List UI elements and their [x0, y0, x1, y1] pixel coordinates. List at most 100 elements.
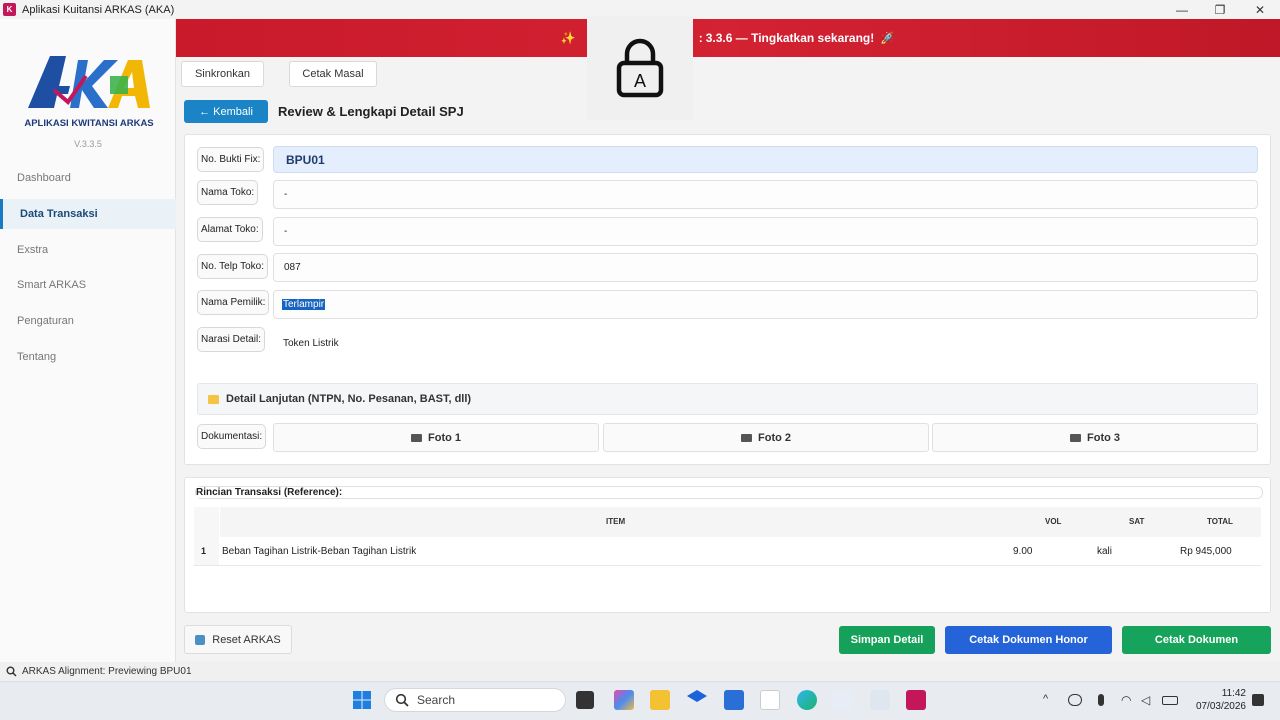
label-nama-pemilik: Nama Pemilik:	[197, 290, 270, 315]
telp-toko-field[interactable]: 087	[273, 253, 1258, 282]
label-nama-toko: Nama Toko:	[197, 180, 259, 205]
row-divider	[194, 565, 1261, 566]
aka-taskbar-icon[interactable]	[906, 690, 926, 710]
nama-toko-field[interactable]: -	[273, 180, 1258, 209]
file-explorer-icon[interactable]	[650, 690, 670, 710]
print-document-button[interactable]: Cetak Dokumen	[1122, 626, 1271, 654]
label-narasi: Narasi Detail:	[197, 327, 266, 352]
restore-button[interactable]: ❐	[1200, 0, 1240, 19]
snipping-tool-icon[interactable]	[870, 690, 890, 710]
sync-button[interactable]: Sinkronkan	[181, 61, 264, 87]
taskbar-search[interactable]: Search	[384, 688, 566, 712]
label-telp-toko: No. Telp Toko:	[197, 254, 269, 279]
nama-pemilik-field[interactable]: Terlampir	[273, 290, 1258, 319]
clock-date: 07/03/2026	[1195, 701, 1246, 712]
update-banner[interactable]: ✨ : 3.3.6 — Tingkatkan sekarang! 🚀	[176, 19, 1280, 57]
print-bulk-button[interactable]: Cetak Masal	[289, 61, 377, 87]
selected-value: Terlampir	[282, 299, 326, 310]
advanced-details-toggle[interactable]: Detail Lanjutan (NTPN, No. Pesanan, BAST…	[197, 383, 1258, 415]
nav-tentang[interactable]: Tentang	[0, 342, 176, 372]
clock[interactable]: 11:42 07/03/2026	[1196, 687, 1246, 713]
notification-icon[interactable]	[1252, 694, 1264, 706]
back-button[interactable]: ← Kembali	[184, 100, 268, 123]
search-icon	[395, 693, 409, 707]
nav-data-transaksi[interactable]: Data Transaksi	[0, 199, 176, 229]
foto-1-label: Foto 1	[428, 431, 461, 444]
task-view-icon[interactable]	[576, 691, 594, 709]
reset-label: Reset ARKAS	[212, 633, 281, 646]
row-total: Rp 945,000	[1180, 546, 1232, 557]
alamat-toko-field[interactable]: -	[273, 217, 1258, 246]
foto-1-button[interactable]: Foto 1	[273, 423, 599, 452]
col-vol: VOL	[1045, 517, 1062, 526]
microphone-icon[interactable]	[1098, 694, 1104, 706]
save-detail-button[interactable]: Simpan Detail	[839, 626, 935, 654]
lock-icon: A	[616, 38, 664, 98]
aka-logo: APLIKASI KWITANSI ARKAS	[24, 46, 154, 132]
advanced-details-label: Detail Lanjutan (NTPN, No. Pesanan, BAST…	[226, 393, 472, 405]
col-total: TOTAL	[1207, 517, 1233, 526]
label-alamat-toko: Alamat Toko:	[197, 217, 263, 242]
nav-dashboard[interactable]: Dashboard	[0, 163, 176, 193]
row-vol: 9.00	[1013, 546, 1033, 557]
foto-2-label: Foto 2	[758, 431, 791, 444]
wifi-icon[interactable]: ◠	[1121, 693, 1131, 707]
clock-time: 11:42	[1221, 688, 1246, 699]
minimize-button[interactable]: —	[1162, 0, 1202, 19]
print-honor-button[interactable]: Cetak Dokumen Honor	[945, 626, 1112, 654]
sparkle-icon: ✨	[560, 31, 576, 45]
store-icon[interactable]	[724, 690, 744, 710]
narasi-field[interactable]: Token Listrik	[273, 329, 1258, 358]
col-sat: SAT	[1129, 517, 1145, 526]
status-bar: ARKAS Alignment: Previewing BPU01	[0, 662, 1280, 681]
no-bukti-field[interactable]: BPU01	[273, 146, 1258, 173]
row-sat: kali	[1097, 546, 1113, 557]
search-icon	[6, 666, 17, 677]
caps-lock-overlay: A	[587, 16, 693, 120]
page-title: Review & Lengkapi Detail SPJ	[278, 104, 464, 119]
reset-icon	[195, 634, 206, 645]
copilot-icon[interactable]	[614, 690, 634, 710]
nav-pengaturan[interactable]: Pengaturan	[0, 306, 176, 336]
volume-icon[interactable]: ◁	[1141, 693, 1150, 707]
battery-icon[interactable]	[1162, 696, 1178, 705]
windows-start-icon[interactable]	[352, 690, 372, 710]
logo-subtitle: APLIKASI KWITANSI ARKAS	[24, 118, 153, 129]
foto-3-label: Foto 3	[1087, 431, 1120, 444]
label-no-bukti: No. Bukti Fix:	[197, 147, 265, 172]
foto-3-button[interactable]: Foto 3	[932, 423, 1258, 452]
nav-smart-arkas[interactable]: Smart ARKAS	[0, 270, 176, 300]
edge-icon[interactable]	[797, 690, 817, 710]
chevron-up-icon[interactable]: ^	[1043, 693, 1048, 705]
status-text: ARKAS Alignment: Previewing BPU01	[22, 666, 192, 677]
camera-icon	[741, 433, 752, 442]
version-label: V.3.3.5	[74, 139, 102, 149]
row-number: 1	[201, 546, 207, 556]
camera-icon	[411, 433, 422, 442]
search-placeholder: Search	[417, 693, 456, 707]
row-item[interactable]: Beban Tagihan Listrik-Beban Tagihan List…	[222, 546, 416, 557]
transactions-title: Rincian Transaksi (Reference):	[195, 486, 1263, 499]
amazon-icon[interactable]	[760, 690, 780, 710]
lock-letter: A	[634, 71, 646, 91]
row-number-column	[194, 507, 219, 565]
nav-exstra[interactable]: Exstra	[0, 235, 176, 265]
transactions-title-text: Rincian Transaksi (Reference):	[196, 487, 343, 498]
banner-text: 3.3.6 — Tingkatkan sekarang!	[705, 31, 875, 45]
app-icon: K	[3, 3, 16, 16]
label-dokumentasi: Dokumentasi:	[197, 424, 267, 449]
banner-prefix: :	[698, 31, 703, 45]
foto-2-button[interactable]: Foto 2	[603, 423, 929, 452]
taskbar	[0, 681, 1280, 720]
col-item: ITEM	[606, 517, 626, 526]
reset-arkas-button[interactable]: Reset ARKAS	[184, 625, 292, 654]
app-icon-a[interactable]	[833, 690, 853, 710]
sidebar: APLIKASI KWITANSI ARKAS V.3.3.5	[0, 19, 176, 662]
cloud-icon[interactable]	[1068, 694, 1082, 706]
table-header	[220, 507, 1261, 537]
rocket-icon: 🚀	[880, 31, 896, 45]
camera-icon	[1070, 433, 1081, 442]
window-title: Aplikasi Kuitansi ARKAS (AKA)	[22, 3, 175, 16]
close-button[interactable]: ✕	[1240, 0, 1280, 19]
folder-icon	[208, 394, 219, 404]
